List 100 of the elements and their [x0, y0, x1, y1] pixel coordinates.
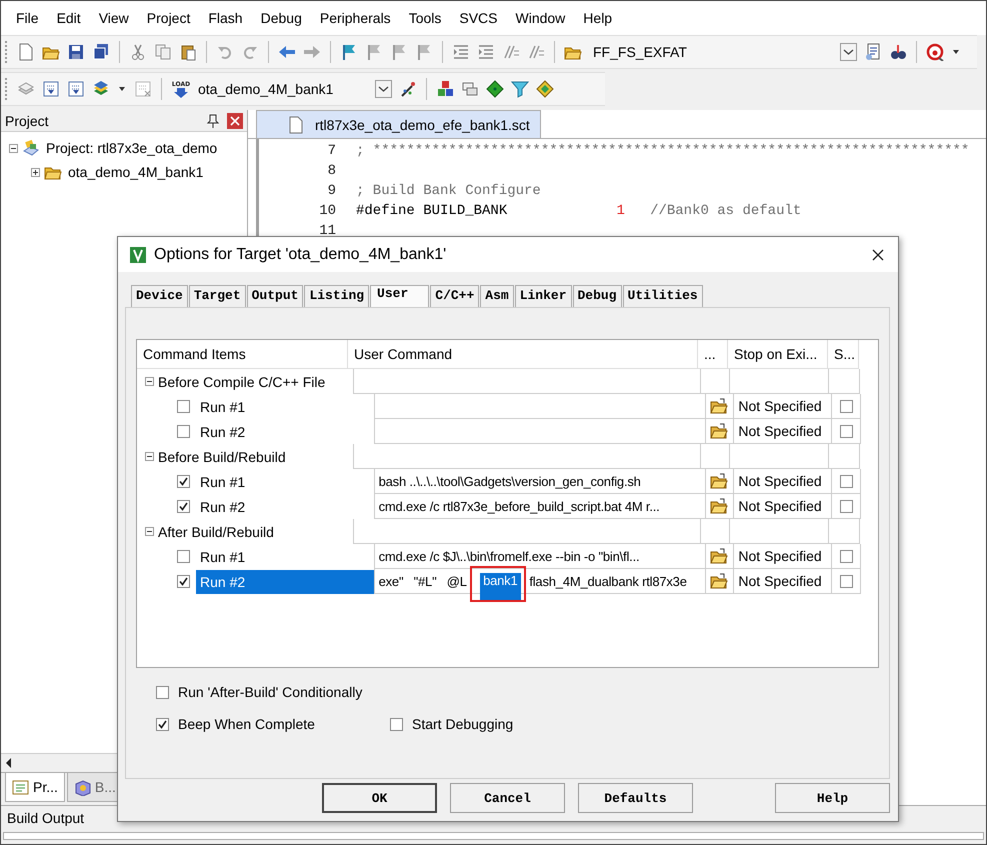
find-combo[interactable]: FF_FS_EXFAT: [593, 42, 833, 62]
checkbox[interactable]: [840, 400, 853, 412]
new-file-icon[interactable]: [17, 43, 35, 61]
dialog-button[interactable]: Cancel: [450, 783, 565, 813]
column-header[interactable]: S...: [828, 340, 859, 369]
code-line: #define BUILD_BANK 1 //Bank0 as default: [356, 203, 802, 219]
menu-item[interactable]: Flash: [199, 10, 252, 26]
funnel-icon[interactable]: [511, 80, 529, 98]
menu-item[interactable]: Tools: [400, 10, 450, 26]
column-header[interactable]: Command Items: [137, 340, 348, 369]
checkbox[interactable]: [156, 718, 169, 730]
folder-icon[interactable]: [710, 422, 730, 440]
run-item[interactable]: Run #2: [196, 420, 374, 444]
menu-item[interactable]: SVCS: [450, 10, 506, 26]
back-arrow-icon[interactable]: [278, 43, 296, 61]
run-item[interactable]: Run #1: [196, 544, 374, 568]
diamond-icon[interactable]: [486, 80, 504, 98]
tab[interactable]: Utilities: [622, 285, 703, 307]
checkbox[interactable]: [156, 686, 169, 698]
tab[interactable]: Asm: [480, 285, 514, 307]
tree-item[interactable]: Project: rtl87x3e_ota_demo: [46, 140, 218, 156]
expand-icon[interactable]: [31, 168, 40, 176]
tab[interactable]: User: [370, 285, 430, 307]
menu-item[interactable]: Peripherals: [310, 10, 400, 26]
panel-tab[interactable]: Pr...: [5, 773, 65, 802]
target-combo[interactable]: ota_demo_4M_bank1: [198, 79, 368, 99]
close-icon[interactable]: [870, 246, 886, 262]
gems-icon[interactable]: [536, 80, 554, 98]
flag-icon[interactable]: [340, 43, 358, 61]
outdent-icon[interactable]: [477, 43, 495, 61]
menu-item[interactable]: File: [7, 10, 48, 26]
checkbox-option[interactable]: Beep When Complete: [156, 716, 390, 732]
file-tab[interactable]: rtl87x3e_ota_demo_efe_bank1.sct: [256, 110, 541, 138]
checkbox-option[interactable]: Start Debugging: [390, 716, 879, 732]
menu-item[interactable]: View: [90, 10, 138, 26]
dialog-button[interactable]: Help: [775, 783, 890, 813]
checkbox[interactable]: [177, 550, 190, 563]
layers-icon[interactable]: [92, 80, 110, 98]
checkbox[interactable]: [177, 575, 190, 588]
menu-item[interactable]: Edit: [48, 10, 90, 26]
debug-icon[interactable]: [926, 43, 944, 61]
collapse-icon[interactable]: [145, 527, 154, 536]
comment-icon[interactable]: [502, 43, 520, 61]
run-item[interactable]: Run #2: [196, 494, 374, 518]
save-icon[interactable]: [67, 43, 85, 61]
tab[interactable]: Debug: [572, 285, 622, 307]
blocks-icon[interactable]: [436, 80, 454, 98]
save-all-icon[interactable]: [92, 43, 110, 61]
indent-icon[interactable]: [452, 43, 470, 61]
document-icon[interactable]: [864, 43, 882, 61]
checkbox[interactable]: [177, 425, 190, 438]
dropdown-button[interactable]: [375, 80, 392, 98]
menu-item[interactable]: Help: [574, 10, 622, 26]
checkbox[interactable]: [177, 475, 190, 488]
folder-icon[interactable]: [710, 572, 730, 590]
checkbox-option[interactable]: Run 'After-Build' Conditionally: [156, 684, 879, 700]
run-item[interactable]: Run #1: [196, 470, 374, 494]
dialog-button[interactable]: Defaults: [578, 783, 693, 813]
tab[interactable]: Listing: [304, 285, 370, 307]
checkbox[interactable]: [840, 424, 853, 438]
run-item[interactable]: Run #1: [196, 394, 374, 418]
checkbox[interactable]: [177, 400, 190, 413]
tab[interactable]: C/C++: [430, 285, 480, 307]
uncomment-icon[interactable]: [527, 43, 545, 61]
wand-icon[interactable]: [399, 80, 417, 98]
windows-icon[interactable]: [461, 80, 479, 98]
folder-icon[interactable]: [710, 397, 730, 415]
flag-icon[interactable]: [390, 43, 408, 61]
tree-item[interactable]: ota_demo_4M_bank1: [68, 164, 204, 180]
run-item[interactable]: Run #2: [196, 570, 374, 594]
collapse-icon[interactable]: [9, 144, 18, 152]
tab[interactable]: Target: [188, 285, 246, 307]
tab[interactable]: Device: [131, 285, 188, 307]
checkbox[interactable]: [840, 500, 853, 512]
menu-item[interactable]: Project: [138, 10, 200, 26]
folder-icon[interactable]: [710, 547, 730, 565]
folder-icon[interactable]: [710, 497, 730, 515]
dropdown-button[interactable]: [840, 43, 857, 61]
dialog-button[interactable]: OK: [322, 783, 437, 813]
menu-item[interactable]: Debug: [252, 10, 311, 26]
checkbox[interactable]: [840, 574, 853, 588]
flag-icon[interactable]: [415, 43, 433, 61]
folder-icon[interactable]: [710, 472, 730, 490]
checkbox[interactable]: [177, 500, 190, 513]
cut-icon[interactable]: [129, 43, 147, 61]
checkbox[interactable]: [840, 550, 853, 562]
tab[interactable]: Linker: [514, 285, 572, 307]
copy-icon[interactable]: [154, 43, 172, 61]
paste-icon[interactable]: [179, 43, 197, 61]
flag-icon[interactable]: [365, 43, 383, 61]
collapse-icon[interactable]: [145, 452, 154, 461]
menu-item[interactable]: Window: [506, 10, 574, 26]
column-header[interactable]: ...: [698, 340, 728, 369]
column-header[interactable]: User Command: [348, 340, 698, 369]
pin-icon[interactable]: [205, 112, 221, 128]
tab[interactable]: Output: [246, 285, 304, 307]
column-header[interactable]: Stop on Exi...: [728, 340, 828, 369]
checkbox[interactable]: [390, 718, 403, 730]
collapse-icon[interactable]: [145, 377, 154, 386]
checkbox[interactable]: [840, 474, 853, 488]
